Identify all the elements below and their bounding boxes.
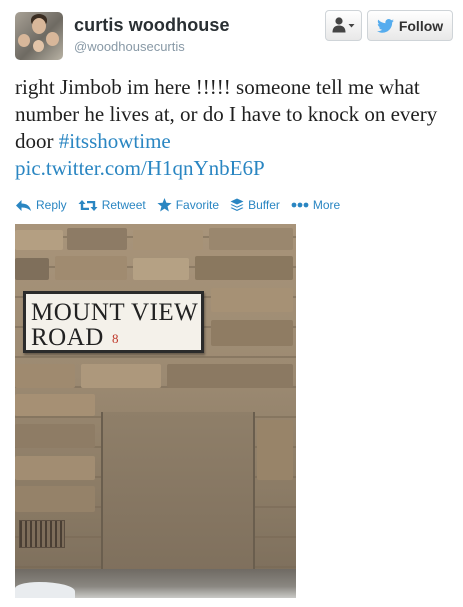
follow-button[interactable]: Follow — [367, 10, 453, 41]
retweet-label: Retweet — [101, 198, 146, 212]
buffer-icon — [230, 198, 244, 211]
media-link[interactable]: pic.twitter.com/H1qnYnbE6P — [15, 156, 265, 180]
more-button[interactable]: More — [291, 198, 340, 212]
avatar[interactable] — [15, 12, 63, 60]
star-icon — [157, 198, 172, 212]
favorite-label: Favorite — [175, 198, 220, 212]
display-name[interactable]: curtis woodhouse — [74, 15, 230, 36]
stone-panel — [101, 412, 255, 572]
reply-button[interactable]: Reply — [15, 198, 67, 212]
reply-label: Reply — [36, 198, 67, 212]
sign-line-2: ROAD — [31, 324, 104, 351]
buffer-label: Buffer — [248, 198, 280, 212]
twitter-bird-icon — [376, 18, 394, 33]
street-sign: MOUNT VIEW ROAD 8 — [23, 291, 204, 353]
favorite-button[interactable]: Favorite — [157, 198, 219, 212]
tweet-photo[interactable]: MOUNT VIEW ROAD 8 — [15, 224, 296, 598]
sign-line-1: MOUNT VIEW — [31, 299, 199, 326]
snow-patch — [15, 582, 75, 598]
reply-icon — [16, 199, 31, 211]
follow-label: Follow — [398, 17, 444, 34]
sign-number: 8 — [112, 331, 119, 346]
retweet-button[interactable]: Retweet — [78, 198, 146, 212]
wall-vent — [19, 520, 65, 548]
retweet-icon — [78, 199, 98, 211]
tweet-actions: Reply Retweet Favorite Buffer More — [15, 195, 351, 215]
more-dots-icon — [291, 202, 309, 208]
tweet-text: right Jimbob im here !!!!! someone tell … — [15, 74, 445, 182]
user-actions-button[interactable] — [325, 10, 362, 41]
buffer-button[interactable]: Buffer — [230, 198, 280, 212]
user-dropdown-icon — [332, 17, 355, 33]
hashtag-link[interactable]: #itsshowtime — [59, 129, 171, 153]
more-label: More — [312, 198, 341, 212]
user-handle[interactable]: @woodhousecurtis — [74, 39, 185, 54]
